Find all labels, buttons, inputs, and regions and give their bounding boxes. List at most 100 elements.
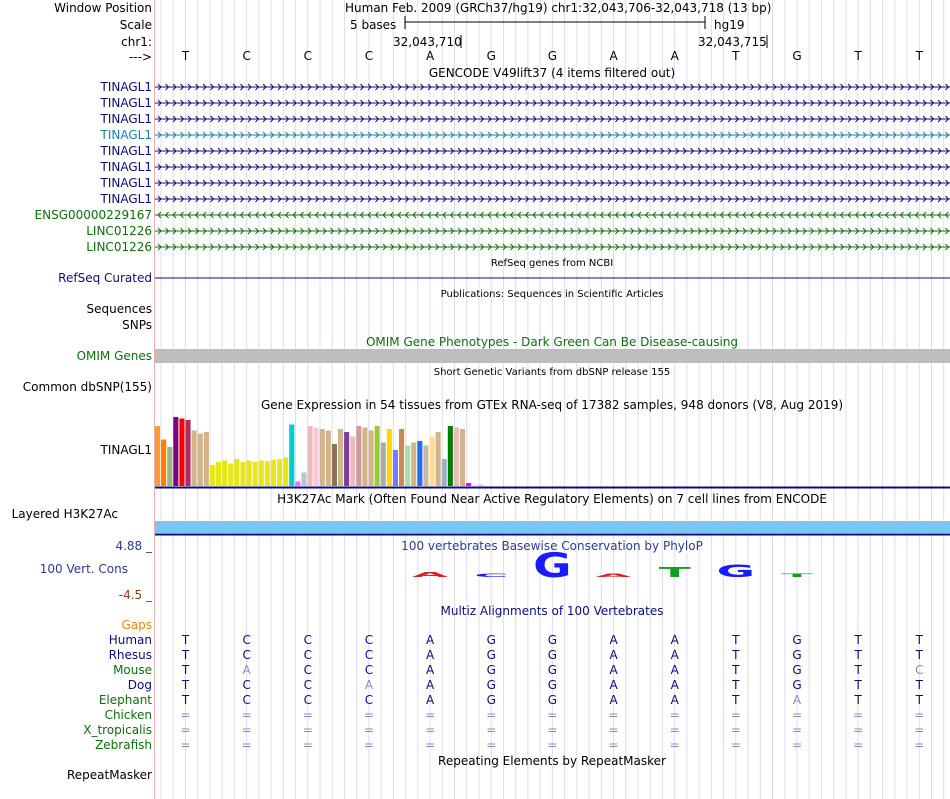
coord-left: 32,043,710 [393, 35, 462, 49]
gtex-tissue-bar [368, 430, 374, 486]
species-label[interactable]: Mouse [113, 663, 152, 677]
alignment-base: T [181, 693, 190, 707]
alignment-base: = [241, 738, 252, 752]
h3k27ac-signal [155, 521, 950, 533]
gencode-row-label[interactable]: LINC01226 [86, 224, 152, 238]
gtex-tissue-bar [417, 441, 423, 486]
alignment-base: = [486, 723, 497, 737]
gtex-tissue-bar [405, 445, 411, 486]
alignment-base: C [915, 663, 924, 677]
alignment-base: = [914, 723, 925, 737]
gtex-tissue-bar [466, 483, 472, 486]
alignment-base: G [486, 663, 496, 677]
gtex-tissue-bar [179, 418, 185, 486]
species-label[interactable]: Zebrafish [95, 738, 152, 752]
conservation-logo-letter: T [781, 573, 813, 578]
gtex-tissue-bar [258, 460, 264, 486]
gencode-row-label[interactable]: TINAGL1 [101, 176, 152, 190]
alignment-base: C [364, 633, 374, 647]
browser-image-area[interactable]: A C G A T G T Human Feb. 2009 (GRCh37/hg19) ch… [155, 0, 950, 799]
gtex-tissue-bar [331, 444, 337, 486]
gtex-track-title: Gene Expression in 54 tissues from GTEx … [260, 398, 844, 412]
alignment-base: = [425, 723, 436, 737]
alignment-base: C [303, 648, 312, 662]
alignment-base: G [792, 663, 802, 677]
gencode-row-label[interactable]: TINAGL1 [101, 112, 152, 126]
gtex-tissue-bar [374, 426, 380, 486]
gtex-track-label[interactable]: TINAGL1 [101, 443, 152, 457]
alignment-base: T [854, 678, 862, 692]
window-position-value: Human Feb. 2009 (GRCh37/hg19) chr1:32,04… [345, 1, 772, 15]
alignment-base: C [242, 648, 251, 662]
gtex-tissue-bar [264, 461, 270, 486]
gencode-row-label[interactable]: TINAGL1 [101, 160, 152, 174]
gencode-row-label[interactable]: LINC01226 [86, 240, 152, 254]
gencode-row-label[interactable]: TINAGL1 [101, 128, 152, 142]
cons-track-label[interactable]: 100 Vert. Cons [40, 562, 128, 576]
alignment-base: C [242, 693, 251, 707]
alignment-base: G [486, 633, 496, 647]
base-letter: T [854, 49, 862, 63]
alignment-base: = [730, 723, 741, 737]
alignment-base: T [915, 648, 923, 662]
alignment-base: C [303, 693, 312, 707]
alignment-base: = [730, 738, 741, 752]
repeatmasker-track-label[interactable]: RepeatMasker [67, 768, 152, 782]
gaps-label: Gaps [121, 618, 152, 632]
alignment-base: = [486, 708, 497, 722]
base-letter: A [670, 49, 679, 63]
alignment-base: = [547, 738, 558, 752]
species-label[interactable]: Rhesus [109, 648, 152, 662]
alignment-base: = [302, 738, 313, 752]
alignment-base: G [547, 663, 558, 677]
species-label[interactable]: Elephant [99, 693, 152, 707]
alignment-base: = [669, 738, 680, 752]
snps-track-label[interactable]: SNPs [122, 318, 152, 332]
dbsnp-track-title: Short Genetic Variants from dbSNP releas… [433, 367, 671, 378]
gtex-tissue-bar [246, 460, 252, 486]
gencode-row-label[interactable]: TINAGL1 [101, 192, 152, 206]
alignment-base: A [670, 648, 679, 662]
species-label[interactable]: Dog [128, 678, 152, 692]
base-letter: G [486, 49, 496, 63]
gtex-tissue-bar [362, 427, 368, 486]
gtex-tissue-bar [441, 459, 447, 486]
omim-track-label[interactable]: OMIM Genes [77, 349, 152, 363]
alignment-base: G [547, 678, 558, 692]
publications-track-title: Publications: Sequences in Scientific Ar… [440, 289, 664, 300]
gtex-tissue-bar [435, 432, 441, 486]
base-letter: A [609, 49, 618, 63]
alignment-base: G [792, 633, 802, 647]
sequences-track-label[interactable]: Sequences [87, 302, 152, 316]
gencode-row-label[interactable]: TINAGL1 [101, 144, 152, 158]
gencode-row-label[interactable]: ENSG00000229167 [35, 208, 152, 222]
omim-track-title: OMIM Gene Phenotypes - Dark Green Can Be… [365, 335, 739, 349]
alignment-base: = [302, 723, 313, 737]
species-label[interactable]: Human [109, 633, 152, 647]
window-position-label: Window Position [54, 1, 152, 15]
alignment-base: A [609, 663, 618, 677]
dbsnp-track-label[interactable]: Common dbSNP(155) [23, 380, 152, 394]
base-letter: G [792, 49, 802, 63]
alignment-base: A [425, 633, 435, 647]
alignment-base: A [425, 693, 435, 707]
alignment-base: A [425, 648, 435, 662]
gencode-row-label[interactable]: TINAGL1 [101, 96, 152, 110]
refseq-track-label[interactable]: RefSeq Curated [58, 271, 152, 285]
gtex-tissue-bar [209, 465, 215, 486]
conservation-logo-letter: A [412, 571, 448, 579]
gtex-tissue-bar [173, 417, 179, 486]
gtex-tissue-bar [270, 459, 276, 486]
alignment-base: A [609, 678, 618, 692]
alignment-base: T [181, 678, 190, 692]
species-label[interactable]: X_tropicalis [83, 723, 152, 737]
alignment-base: = [547, 723, 558, 737]
chr-label: chr1: [121, 35, 152, 49]
species-label[interactable]: Chicken [105, 708, 152, 722]
h3k27ac-track-label[interactable]: Layered H3K27Ac [12, 507, 118, 521]
gencode-row-label[interactable]: TINAGL1 [101, 80, 152, 94]
alignment-base: = [853, 708, 864, 722]
alignment-base: = [853, 723, 864, 737]
alignment-base: G [486, 693, 496, 707]
gtex-tissue-bar [453, 427, 459, 486]
